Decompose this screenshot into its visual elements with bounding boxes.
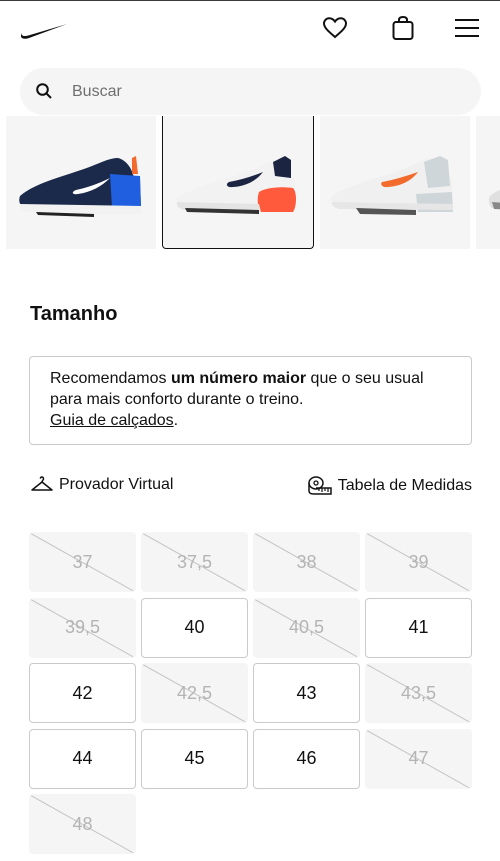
size-label: 37 <box>72 551 93 572</box>
size-label: 44 <box>72 748 93 768</box>
notice-line-1: Recomendamos um número maior que o seu u… <box>50 368 451 389</box>
search-bar[interactable] <box>20 68 481 115</box>
size-label: 42,5 <box>176 682 213 703</box>
header <box>0 1 500 57</box>
product-image-gallery <box>0 116 500 251</box>
thumbnail-2-selected[interactable] <box>162 116 314 249</box>
size-option-37: 37 <box>29 532 136 592</box>
size-option-45[interactable]: 45 <box>141 728 248 789</box>
notice-period: . <box>173 412 179 429</box>
size-option-48: 48 <box>29 794 136 854</box>
size-option-42-5: 42,5 <box>141 663 248 723</box>
size-label: 39,5 <box>64 617 101 637</box>
size-label: 42 <box>72 682 93 703</box>
notice-prefix: Recomendamos <box>50 370 171 387</box>
size-option-43-5: 43,5 <box>365 663 472 723</box>
size-chart-button[interactable]: Tabela de Medidas <box>307 475 472 497</box>
size-option-47: 47 <box>365 728 472 789</box>
nike-swoosh-icon[interactable] <box>18 19 68 41</box>
shoe-image-partial <box>488 189 500 210</box>
virtual-fitting-label: Provador Virtual <box>59 476 174 493</box>
size-option-37-5: 37,5 <box>141 532 248 592</box>
size-label: 43 <box>296 682 317 703</box>
size-section-title: Tamanho <box>30 303 118 325</box>
size-label: 41 <box>408 617 429 637</box>
size-label: 46 <box>296 748 317 768</box>
size-option-42[interactable]: 42 <box>29 663 136 723</box>
heart-icon[interactable] <box>320 13 350 43</box>
size-chart-label: Tabela de Medidas <box>337 477 472 494</box>
size-option-39: 39 <box>365 532 472 592</box>
size-option-41[interactable]: 41 <box>365 597 472 658</box>
notice-line-3: Guia de calçados. <box>50 410 451 431</box>
measuring-tape-icon <box>307 476 332 495</box>
virtual-fitting-button[interactable]: Provador Virtual <box>30 475 173 495</box>
size-option-40[interactable]: 40 <box>141 597 248 658</box>
size-label: 48 <box>72 813 93 834</box>
size-label: 38 <box>296 551 317 572</box>
bag-icon[interactable] <box>388 13 418 43</box>
thumbnail-1[interactable] <box>6 116 156 249</box>
size-recommendation-notice: Recomendamos um número maior que o seu u… <box>29 356 472 445</box>
size-label: 40,5 <box>288 617 325 637</box>
menu-icon[interactable] <box>452 13 482 43</box>
notice-suffix: que o seu usual <box>306 370 424 387</box>
search-icon <box>35 82 53 100</box>
size-label: 37,5 <box>176 551 213 572</box>
size-label: 43,5 <box>400 682 437 703</box>
shoe-image-navy <box>19 156 142 217</box>
size-option-44[interactable]: 44 <box>29 728 136 789</box>
size-guide-link[interactable]: Guia de calçados <box>50 412 174 429</box>
size-label: 47 <box>408 748 429 768</box>
thumbnail-4[interactable] <box>476 116 500 249</box>
size-option-40-5: 40,5 <box>253 597 360 658</box>
size-option-38: 38 <box>253 532 360 592</box>
hanger-icon <box>31 476 53 491</box>
size-label: 40 <box>184 617 205 637</box>
size-option-39-5: 39,5 <box>29 597 136 658</box>
shoe-image-white-grey <box>331 156 453 215</box>
size-label: 39 <box>408 551 429 572</box>
search-input[interactable] <box>72 68 452 115</box>
notice-line-2: para mais conforto durante o treino. <box>50 391 304 408</box>
size-label: 45 <box>184 748 205 768</box>
thumbnail-3[interactable] <box>320 116 470 249</box>
notice-bold: um número maior <box>170 370 307 387</box>
size-option-43[interactable]: 43 <box>253 663 360 723</box>
size-tools-row: Provador Virtual Tabela de Medidas <box>30 475 472 501</box>
size-option-46[interactable]: 46 <box>253 728 360 789</box>
shoe-image-white-orange <box>176 156 296 214</box>
